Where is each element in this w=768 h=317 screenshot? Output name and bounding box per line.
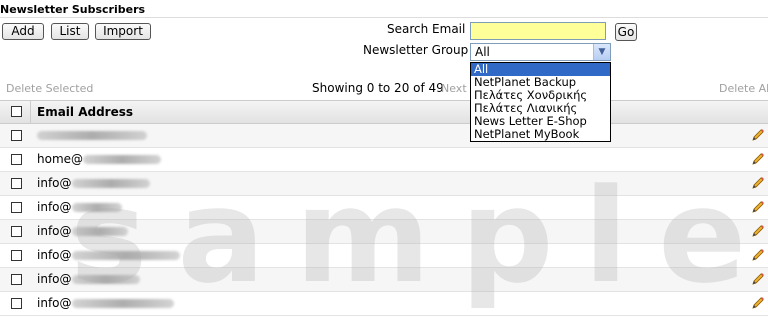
email-prefix: info@: [37, 272, 72, 286]
redacted-email: [71, 275, 140, 284]
row-checkbox[interactable]: [11, 154, 22, 165]
row-checkbox[interactable]: [11, 226, 22, 237]
select-all-checkbox[interactable]: [11, 106, 22, 117]
email-cell[interactable]: info@: [37, 176, 150, 190]
email-prefix: info@: [37, 176, 72, 190]
table-row[interactable]: home@: [0, 148, 768, 172]
search-email-label: Search Email: [387, 22, 466, 36]
search-email-input[interactable]: [470, 22, 606, 40]
divider: [0, 17, 768, 18]
newsletter-group-label: Newsletter Group: [363, 43, 469, 57]
pencil-icon[interactable]: [751, 248, 765, 262]
page-title: Newsletter Subscribers: [0, 3, 146, 16]
pencil-icon[interactable]: [751, 176, 765, 190]
delete-selected-link[interactable]: Delete Selected: [6, 82, 93, 95]
email-cell[interactable]: info@: [37, 224, 128, 238]
redacted-email: [71, 203, 122, 212]
pencil-icon[interactable]: [751, 296, 765, 310]
newsletter-group-dropdown[interactable]: All NetPlanet Backup Πελάτες Χονδρικής Π…: [470, 62, 611, 142]
email-cell[interactable]: home@: [37, 152, 162, 166]
newsletter-group-selected: All: [475, 45, 490, 59]
row-checkbox[interactable]: [11, 250, 22, 261]
import-button[interactable]: Import: [95, 23, 151, 40]
table-header: Email Address: [0, 100, 768, 124]
row-checkbox[interactable]: [11, 274, 22, 285]
newsletter-group-select[interactable]: All ▼: [470, 43, 611, 61]
chevron-down-icon[interactable]: ▼: [593, 44, 610, 60]
table-row[interactable]: info@: [0, 244, 768, 268]
email-column-header[interactable]: Email Address: [37, 105, 133, 119]
email-prefix: home@: [37, 152, 84, 166]
email-prefix: info@: [37, 248, 72, 262]
pencil-icon[interactable]: [751, 272, 765, 286]
email-prefix: info@: [37, 200, 72, 214]
email-prefix: info@: [37, 296, 72, 310]
email-cell[interactable]: info@: [37, 248, 180, 262]
table-row[interactable]: info@: [0, 220, 768, 244]
table-row[interactable]: info@: [0, 196, 768, 220]
email-cell[interactable]: info@: [37, 200, 122, 214]
dropdown-option[interactable]: NetPlanet MyBook: [471, 128, 610, 141]
table-row[interactable]: info@: [0, 172, 768, 196]
go-button[interactable]: Go: [615, 23, 637, 41]
redacted-email: [71, 179, 150, 188]
pencil-icon[interactable]: [751, 128, 765, 142]
row-checkbox[interactable]: [11, 202, 22, 213]
email-cell[interactable]: info@: [37, 272, 140, 286]
add-button[interactable]: Add: [2, 23, 44, 40]
table-row[interactable]: info@: [0, 292, 768, 316]
email-cell[interactable]: [37, 128, 147, 142]
next-link[interactable]: Next: [441, 82, 467, 95]
redacted-email: [37, 131, 147, 140]
table-row[interactable]: info@: [0, 268, 768, 292]
row-checkbox[interactable]: [11, 298, 22, 309]
pencil-icon[interactable]: [751, 224, 765, 238]
column-divider: [30, 101, 31, 123]
redacted-email: [71, 251, 180, 260]
pagination-status: Showing 0 to 20 of 49: [312, 81, 444, 95]
table-row[interactable]: [0, 124, 768, 148]
redacted-email: [71, 227, 128, 236]
email-prefix: info@: [37, 224, 72, 238]
email-cell[interactable]: info@: [37, 296, 174, 310]
row-checkbox[interactable]: [11, 130, 22, 141]
pencil-icon[interactable]: [751, 152, 765, 166]
list-button[interactable]: List: [51, 23, 89, 40]
pencil-icon[interactable]: [751, 200, 765, 214]
redacted-email: [71, 299, 174, 308]
redacted-email: [83, 155, 162, 164]
row-checkbox[interactable]: [11, 178, 22, 189]
delete-all-link[interactable]: Delete All: [719, 82, 768, 95]
